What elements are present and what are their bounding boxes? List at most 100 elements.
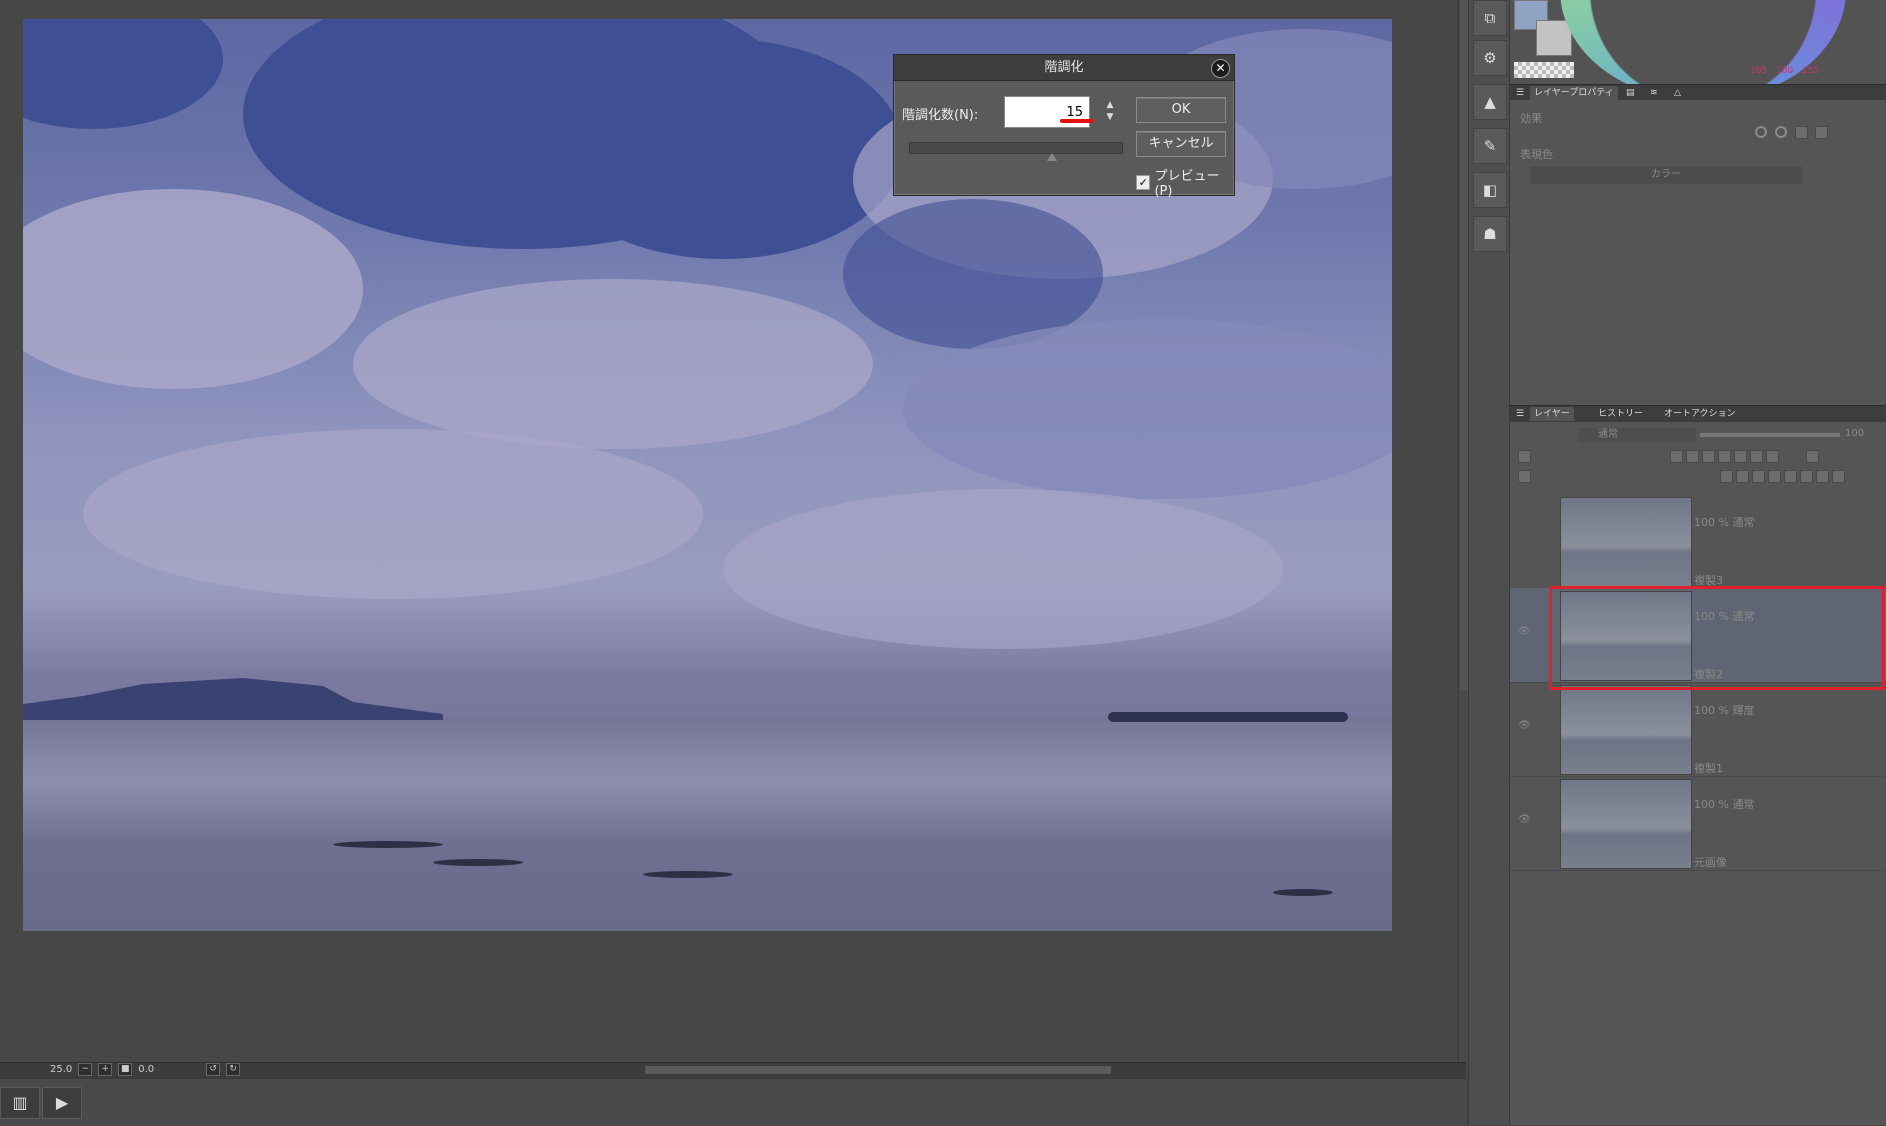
mask-icon[interactable] xyxy=(1750,450,1763,463)
zoom-in-icon[interactable]: + xyxy=(98,1063,113,1076)
posterize-dialog: 階調化 ✕ 階調化数(N): ▲ ▼ OK キャンセル ✓ プレビュー(P) xyxy=(893,54,1235,199)
color-value-v: 255 xyxy=(1802,66,1820,76)
canvas-workspace[interactable]: 25.0 − + ■ 0.0 ↺ ↻ xyxy=(0,0,1469,1078)
copy-layer-icon[interactable]: ⧉ xyxy=(1473,0,1507,36)
spin-up-icon[interactable]: ▲ xyxy=(1104,99,1116,111)
tab-history[interactable]: ヒストリー xyxy=(1594,407,1647,421)
draft-icon[interactable] xyxy=(1702,450,1715,463)
ruler-icon[interactable] xyxy=(1766,450,1779,463)
opacity-slider[interactable] xyxy=(1700,433,1840,437)
effect-extract-icon[interactable] xyxy=(1775,126,1787,138)
visibility-icon[interactable]: 👁 xyxy=(1518,814,1531,825)
preview-checkbox[interactable]: ✓ プレビュー(P) xyxy=(1136,165,1234,199)
island-left xyxy=(23,678,443,720)
effect-color-icon[interactable] xyxy=(1815,126,1828,139)
blend-row: 通常 100 xyxy=(1510,426,1886,444)
cloud-region xyxy=(723,489,1283,649)
dialog-titlebar[interactable]: 階調化 ✕ xyxy=(894,55,1234,81)
layer-mode: 100 % 通常 xyxy=(1694,516,1755,529)
animation-camera-icon[interactable]: ▶ xyxy=(42,1087,82,1119)
transparent-color-swatch[interactable] xyxy=(1514,62,1574,78)
expression-color-select[interactable]: カラー xyxy=(1530,166,1802,184)
3d-material-icon[interactable]: ◧ xyxy=(1473,172,1507,208)
sky-region xyxy=(23,19,223,129)
rotation-value[interactable]: 0.0 xyxy=(138,1064,154,1075)
cloud-region xyxy=(23,189,363,389)
sea-region xyxy=(23,716,1392,931)
visibility-icon[interactable]: 👁 xyxy=(1518,720,1531,731)
blend-mode-select[interactable]: 通常 xyxy=(1578,428,1696,442)
tab-pinned-1[interactable]: ▤ xyxy=(1622,86,1639,100)
history-tab-label: ヒストリー xyxy=(1598,409,1644,419)
delete-layer-icon[interactable] xyxy=(1832,470,1845,483)
figure-icon[interactable]: ☗ xyxy=(1473,216,1507,252)
close-icon[interactable]: ✕ xyxy=(1211,59,1230,78)
island-right xyxy=(1108,712,1348,722)
side-tool-strip: ⧉ ⚙ ▲ ✎ ◧ ☗ xyxy=(1468,0,1510,1125)
visibility-icon[interactable]: 👁 xyxy=(1518,626,1531,637)
tab-pinned-2[interactable]: ≋ xyxy=(1646,86,1662,100)
merge-down-icon[interactable] xyxy=(1784,470,1797,483)
zoom-out-icon[interactable]: − xyxy=(78,1063,93,1076)
color-panel: 105 100 255 xyxy=(1510,0,1886,101)
shore-rock xyxy=(433,859,523,866)
image-material-icon[interactable]: ▲ xyxy=(1473,84,1507,120)
layer-color-icon[interactable] xyxy=(1518,450,1531,463)
panel-menu-icon[interactable]: ☰ xyxy=(1512,407,1528,421)
layer-name[interactable]: 複製1 xyxy=(1694,760,1723,776)
lock-transparency-icon[interactable] xyxy=(1734,450,1747,463)
expression-color-label: 表現色 xyxy=(1520,148,1553,161)
levels-stepper[interactable]: ▲ ▼ xyxy=(1104,99,1116,125)
reference-icon[interactable] xyxy=(1686,450,1699,463)
rotate-right-icon[interactable]: ↻ xyxy=(226,1063,241,1076)
layer-row[interactable]: 👁 100 % 通常 元画像 xyxy=(1510,776,1886,871)
shore-rock xyxy=(643,871,733,878)
rotate-left-icon[interactable]: ↺ xyxy=(206,1063,221,1076)
transfer-down-icon[interactable] xyxy=(1768,470,1781,483)
zoom-value[interactable]: 25.0 xyxy=(50,1064,72,1075)
effect-border-icon[interactable] xyxy=(1755,126,1767,138)
levels-slider[interactable] xyxy=(909,142,1123,154)
edit-icon[interactable]: ✎ xyxy=(1473,128,1507,164)
fit-view-icon[interactable]: ■ xyxy=(118,1063,133,1076)
color-value-h: 105 xyxy=(1750,66,1768,76)
horizontal-scroll-thumb[interactable] xyxy=(645,1066,1111,1074)
apply-mask-icon[interactable] xyxy=(1816,470,1829,483)
tab-layer-property[interactable]: レイヤープロパティ xyxy=(1530,86,1618,100)
tab-layer[interactable]: レイヤー xyxy=(1530,407,1574,421)
mask-layer-icon[interactable] xyxy=(1800,470,1813,483)
effect-label: 効果 xyxy=(1520,112,1542,125)
layer-settings-icon[interactable] xyxy=(1806,450,1819,463)
levels-label: 階調化数(N): xyxy=(902,108,979,123)
checkmark-icon[interactable]: ✓ xyxy=(1136,174,1151,190)
lock-icon[interactable] xyxy=(1718,450,1731,463)
color-value-s: 100 xyxy=(1776,66,1794,76)
levels-slider-knob[interactable] xyxy=(1047,153,1057,161)
clip-icon[interactable] xyxy=(1670,450,1683,463)
cancel-button[interactable]: キャンセル xyxy=(1136,131,1226,157)
spin-down-icon[interactable]: ▼ xyxy=(1104,111,1116,123)
new-raster-layer-icon[interactable] xyxy=(1720,470,1733,483)
ok-button[interactable]: OK xyxy=(1136,97,1226,123)
vertical-scroll-thumb[interactable] xyxy=(1460,0,1468,690)
input-highlight-mark xyxy=(1060,119,1094,123)
dialog-title: 階調化 xyxy=(1044,60,1084,75)
layer-name[interactable]: 元画像 xyxy=(1694,854,1727,870)
cloud-region xyxy=(83,429,703,599)
new-folder-icon[interactable] xyxy=(1752,470,1765,483)
layer-thumbnail xyxy=(1560,497,1692,587)
effect-tone-icon[interactable] xyxy=(1795,126,1808,139)
tab-pinned-3[interactable]: △ xyxy=(1670,86,1685,100)
panel-menu-icon[interactable]: ☰ xyxy=(1512,86,1528,100)
sky-region xyxy=(543,39,903,259)
layer-list-icon[interactable] xyxy=(1518,470,1531,483)
opacity-value[interactable]: 100 xyxy=(1845,428,1864,439)
layer-toolbar xyxy=(1510,446,1886,464)
layer-row[interactable]: 100 % 通常 複製3 xyxy=(1510,494,1886,589)
tab-auto-action[interactable]: オートアクション xyxy=(1660,407,1740,421)
timeline-icon[interactable]: ▥ xyxy=(0,1087,40,1119)
material-icon[interactable]: ⚙ xyxy=(1473,40,1507,76)
layer-row[interactable]: 👁 100 % 輝度 複製1 xyxy=(1510,682,1886,777)
levels-input[interactable] xyxy=(1004,96,1090,128)
new-vector-layer-icon[interactable] xyxy=(1736,470,1749,483)
